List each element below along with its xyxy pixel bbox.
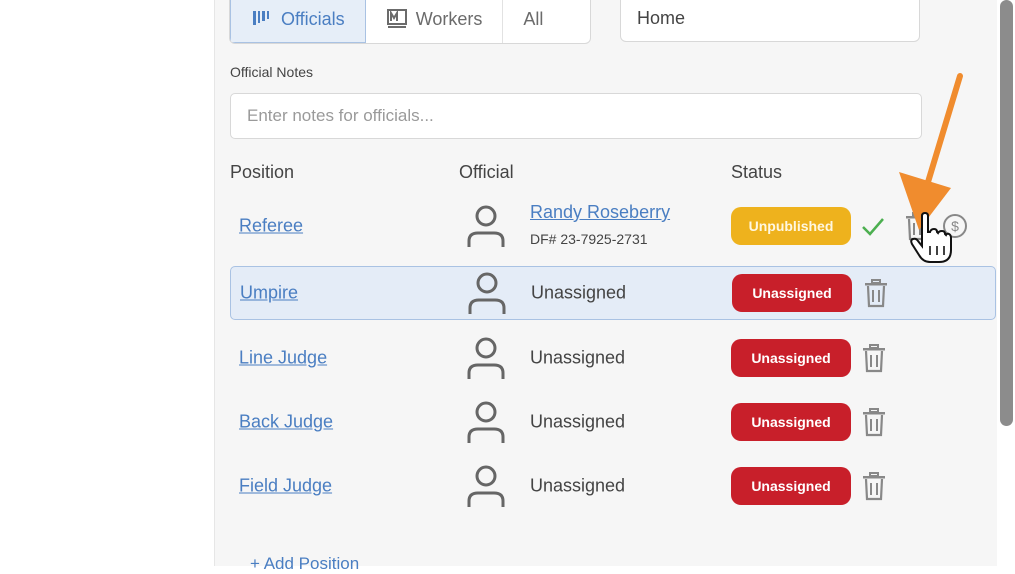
check-icon	[862, 218, 884, 236]
trash-icon[interactable]	[863, 278, 889, 308]
official-notes-label: Official Notes	[230, 64, 313, 80]
location-field[interactable]: Home	[620, 0, 920, 42]
person-icon	[467, 337, 505, 379]
column-header-official: Official	[459, 162, 514, 182]
position-link[interactable]: Referee	[239, 216, 303, 237]
tab-all[interactable]: All	[503, 0, 563, 43]
official-name: Unassigned	[530, 347, 626, 368]
status-badge: Unassigned	[731, 403, 851, 441]
official-name: Unassigned	[531, 282, 627, 303]
status-badge-label: Unassigned	[751, 350, 831, 366]
position-link[interactable]: Umpire	[240, 283, 298, 304]
table-row: Back Judge Unassigned Unassigned	[230, 395, 996, 449]
table-row: Line Judge Unassigned Unassigned	[230, 331, 996, 385]
role-filter-tabs: Officials Workers All	[229, 0, 591, 44]
tab-workers[interactable]: Workers	[366, 0, 504, 43]
status-badge-label: Unassigned	[751, 414, 831, 430]
status-badge: Unassigned	[731, 339, 851, 377]
table-row: Field Judge Unassigned Unassigned	[230, 459, 996, 513]
official-name: Unassigned	[530, 475, 626, 496]
tab-officials-label: Officials	[281, 8, 345, 29]
tab-workers-label: Workers	[415, 8, 483, 29]
svg-text:$: $	[951, 218, 959, 234]
status-badge-label: Unassigned	[751, 478, 831, 494]
official-name-link[interactable]: Randy Roseberry	[530, 202, 670, 223]
table-row: Umpire Unassigned Unassigned	[230, 266, 996, 320]
person-icon	[468, 272, 506, 314]
table-row: Referee Randy Roseberry DF# 23-7925-2731…	[230, 199, 996, 253]
position-link[interactable]: Field Judge	[239, 476, 332, 497]
tab-officials[interactable]: Officials	[230, 0, 366, 43]
person-icon	[467, 205, 505, 247]
official-id: DF# 23-7925-2731	[530, 231, 648, 247]
official-name: Unassigned	[530, 411, 626, 432]
person-icon	[467, 401, 505, 443]
scrollbar-thumb[interactable]	[1000, 0, 1013, 426]
column-header-status: Status	[731, 162, 783, 182]
status-badge: Unpublished	[731, 207, 851, 245]
status-badge-label: Unpublished	[748, 218, 834, 234]
position-link[interactable]: Back Judge	[239, 412, 333, 433]
officials-icon	[253, 11, 269, 25]
trash-icon[interactable]	[904, 211, 930, 241]
status-badge-label: Unassigned	[752, 285, 832, 301]
tab-all-label: All	[523, 8, 544, 29]
workers-icon	[386, 9, 407, 28]
column-header-position: Position	[230, 162, 295, 182]
dollar-icon[interactable]: $	[942, 213, 968, 239]
add-position-button[interactable]: + Add Position	[250, 554, 359, 574]
status-badge: Unassigned	[731, 467, 851, 505]
person-icon	[467, 465, 505, 507]
status-badge: Unassigned	[732, 274, 852, 312]
trash-icon[interactable]	[861, 343, 887, 373]
position-link[interactable]: Line Judge	[239, 348, 327, 369]
official-notes-input[interactable]	[230, 93, 922, 139]
trash-icon[interactable]	[861, 407, 887, 437]
location-value: Home	[637, 7, 686, 28]
trash-icon[interactable]	[861, 471, 887, 501]
